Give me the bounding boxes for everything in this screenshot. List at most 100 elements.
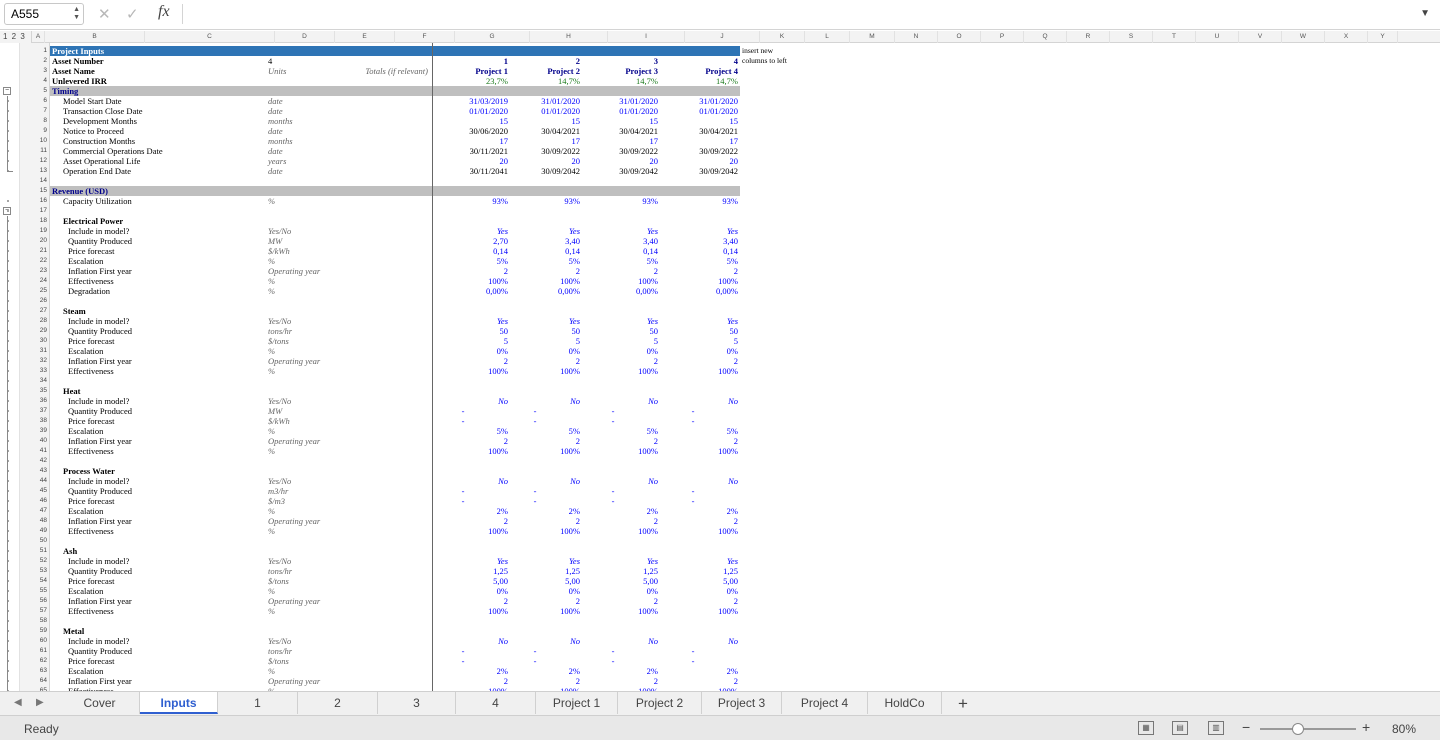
value-cell-project-1[interactable]: 2: [436, 676, 508, 686]
row-number[interactable]: 3: [20, 66, 49, 76]
value-cell-project-1[interactable]: Yes: [436, 226, 508, 236]
column-header-c[interactable]: C: [145, 31, 275, 43]
value-cell-project-3[interactable]: -: [586, 416, 640, 426]
value-cell-project-4[interactable]: 31/01/2020: [666, 96, 738, 106]
row-number[interactable]: 12: [20, 156, 49, 166]
value-cell-project-3[interactable]: 5%: [586, 426, 658, 436]
value-cell-project-4[interactable]: 5: [666, 336, 738, 346]
value-cell-project-1[interactable]: 100%: [436, 606, 508, 616]
sheet-tab-3[interactable]: 3: [378, 692, 456, 714]
value-cell-project-3[interactable]: 5: [586, 336, 658, 346]
add-sheet-button[interactable]: +: [958, 694, 968, 714]
sheet-tab-project-4[interactable]: Project 4: [782, 692, 868, 714]
column-header-o[interactable]: O: [938, 31, 981, 43]
value-cell-project-2[interactable]: 30/09/2042: [508, 166, 580, 176]
value-cell-project-2[interactable]: 31/01/2020: [508, 96, 580, 106]
value-cell-project-1[interactable]: -: [436, 486, 490, 496]
value-cell-project-1[interactable]: No: [436, 636, 508, 646]
value-cell-project-4[interactable]: 50: [666, 326, 739, 336]
value-cell-project-1[interactable]: 2: [436, 596, 508, 606]
page-layout-view-icon[interactable]: ▤: [1172, 721, 1188, 735]
value-cell-project-2[interactable]: No: [508, 636, 580, 646]
value-cell-project-3[interactable]: 100%: [586, 446, 658, 456]
value-cell-project-3[interactable]: 50: [586, 326, 659, 336]
cancel-icon[interactable]: ✕: [98, 5, 111, 23]
value-cell-project-3[interactable]: 0,00%: [586, 286, 658, 296]
value-cell-project-2[interactable]: 0%: [508, 346, 580, 356]
value-cell-project-3[interactable]: 2: [586, 356, 658, 366]
value-cell-project-4[interactable]: 2%: [666, 666, 738, 676]
value-cell-project-3[interactable]: 14,7%: [586, 76, 658, 86]
value-cell-project-2[interactable]: 2: [508, 266, 580, 276]
value-cell-project-1[interactable]: 5%: [436, 426, 508, 436]
value-cell-project-4[interactable]: 30/09/2022: [666, 146, 738, 156]
value-cell-project-2[interactable]: 01/01/2020: [508, 106, 580, 116]
value-cell-project-4[interactable]: -: [666, 486, 720, 496]
value-cell-project-2[interactable]: 2: [508, 436, 580, 446]
value-cell-project-2[interactable]: Yes: [508, 316, 580, 326]
value-cell-project-4[interactable]: 100%: [666, 606, 738, 616]
value-cell-project-1[interactable]: 2%: [436, 666, 508, 676]
value-cell-project-4[interactable]: 30/09/2042: [666, 166, 738, 176]
value-cell-project-2[interactable]: 5,00: [508, 576, 580, 586]
row-number[interactable]: 26: [20, 296, 49, 306]
row-number[interactable]: 24: [20, 276, 49, 286]
value-cell-project-2[interactable]: -: [508, 646, 562, 656]
row-number[interactable]: 56: [20, 596, 49, 606]
value-cell-project-4[interactable]: 5,00: [666, 576, 738, 586]
value-cell-project-3[interactable]: 5%: [586, 256, 658, 266]
row-number[interactable]: 10: [20, 136, 49, 146]
value-cell-project-1[interactable]: 30/06/2020: [436, 126, 508, 136]
value-cell-project-3[interactable]: 0,14: [586, 246, 658, 256]
value-cell-project-4[interactable]: 100%: [666, 526, 738, 536]
column-header-i[interactable]: I: [608, 31, 685, 43]
value-cell-project-3[interactable]: 17: [586, 136, 659, 146]
value-cell-project-3[interactable]: -: [586, 496, 640, 506]
value-cell-project-4[interactable]: Yes: [666, 226, 738, 236]
row-number[interactable]: 31: [20, 346, 49, 356]
normal-view-icon[interactable]: ▦: [1138, 721, 1154, 735]
value-cell-project-1[interactable]: 01/01/2020: [436, 106, 508, 116]
value-cell-project-2[interactable]: 100%: [508, 366, 580, 376]
value-cell-project-4[interactable]: 17: [666, 136, 739, 146]
row-number[interactable]: 54: [20, 576, 49, 586]
value-cell-project-3[interactable]: Project 3: [586, 66, 658, 76]
value-cell-project-2[interactable]: 3,40: [508, 236, 580, 246]
value-cell-project-3[interactable]: 0%: [586, 586, 658, 596]
value-cell-project-4[interactable]: 100%: [666, 276, 738, 286]
value-cell-project-4[interactable]: Yes: [666, 316, 738, 326]
value-cell-project-2[interactable]: 2%: [508, 506, 580, 516]
value-cell-project-1[interactable]: -: [436, 496, 490, 506]
value-cell-project-3[interactable]: 01/01/2020: [586, 106, 658, 116]
value-cell-project-1[interactable]: 5%: [436, 256, 508, 266]
row-number[interactable]: 8: [20, 116, 49, 126]
value-cell-project-1[interactable]: 23,7%: [436, 76, 508, 86]
row-number[interactable]: 62: [20, 656, 49, 666]
zoom-out-button[interactable]: −: [1242, 719, 1250, 735]
value-cell-project-4[interactable]: No: [666, 476, 738, 486]
column-header-f[interactable]: F: [395, 31, 455, 43]
value-cell-project-2[interactable]: -: [508, 416, 562, 426]
value-cell-project-1[interactable]: 2: [436, 436, 508, 446]
row-number[interactable]: 29: [20, 326, 49, 336]
value-cell-project-3[interactable]: 2: [586, 266, 658, 276]
value-cell-project-4[interactable]: 0%: [666, 586, 738, 596]
column-header-h[interactable]: H: [530, 31, 608, 43]
value-cell-project-2[interactable]: 17: [508, 136, 581, 146]
value-cell-project-3[interactable]: 30/09/2022: [586, 146, 658, 156]
row-number[interactable]: 21: [20, 246, 49, 256]
row-number[interactable]: 5: [20, 86, 49, 96]
value-cell-project-4[interactable]: 2: [666, 676, 738, 686]
value-cell-project-1[interactable]: 1: [436, 56, 508, 66]
zoom-slider-handle[interactable]: [1292, 723, 1304, 735]
row-number[interactable]: 4: [20, 76, 49, 86]
value-cell-project-4[interactable]: 0,00%: [666, 286, 738, 296]
value-cell-project-3[interactable]: No: [586, 396, 658, 406]
value-cell-project-4[interactable]: 01/01/2020: [666, 106, 738, 116]
value-cell-project-4[interactable]: -: [666, 416, 720, 426]
column-header-g[interactable]: G: [455, 31, 530, 43]
value-cell-project-2[interactable]: 30/09/2022: [508, 146, 580, 156]
value-cell-project-1[interactable]: No: [436, 476, 508, 486]
value-cell-project-1[interactable]: 93%: [436, 196, 508, 206]
sheet-tab-inputs[interactable]: Inputs: [140, 692, 218, 714]
